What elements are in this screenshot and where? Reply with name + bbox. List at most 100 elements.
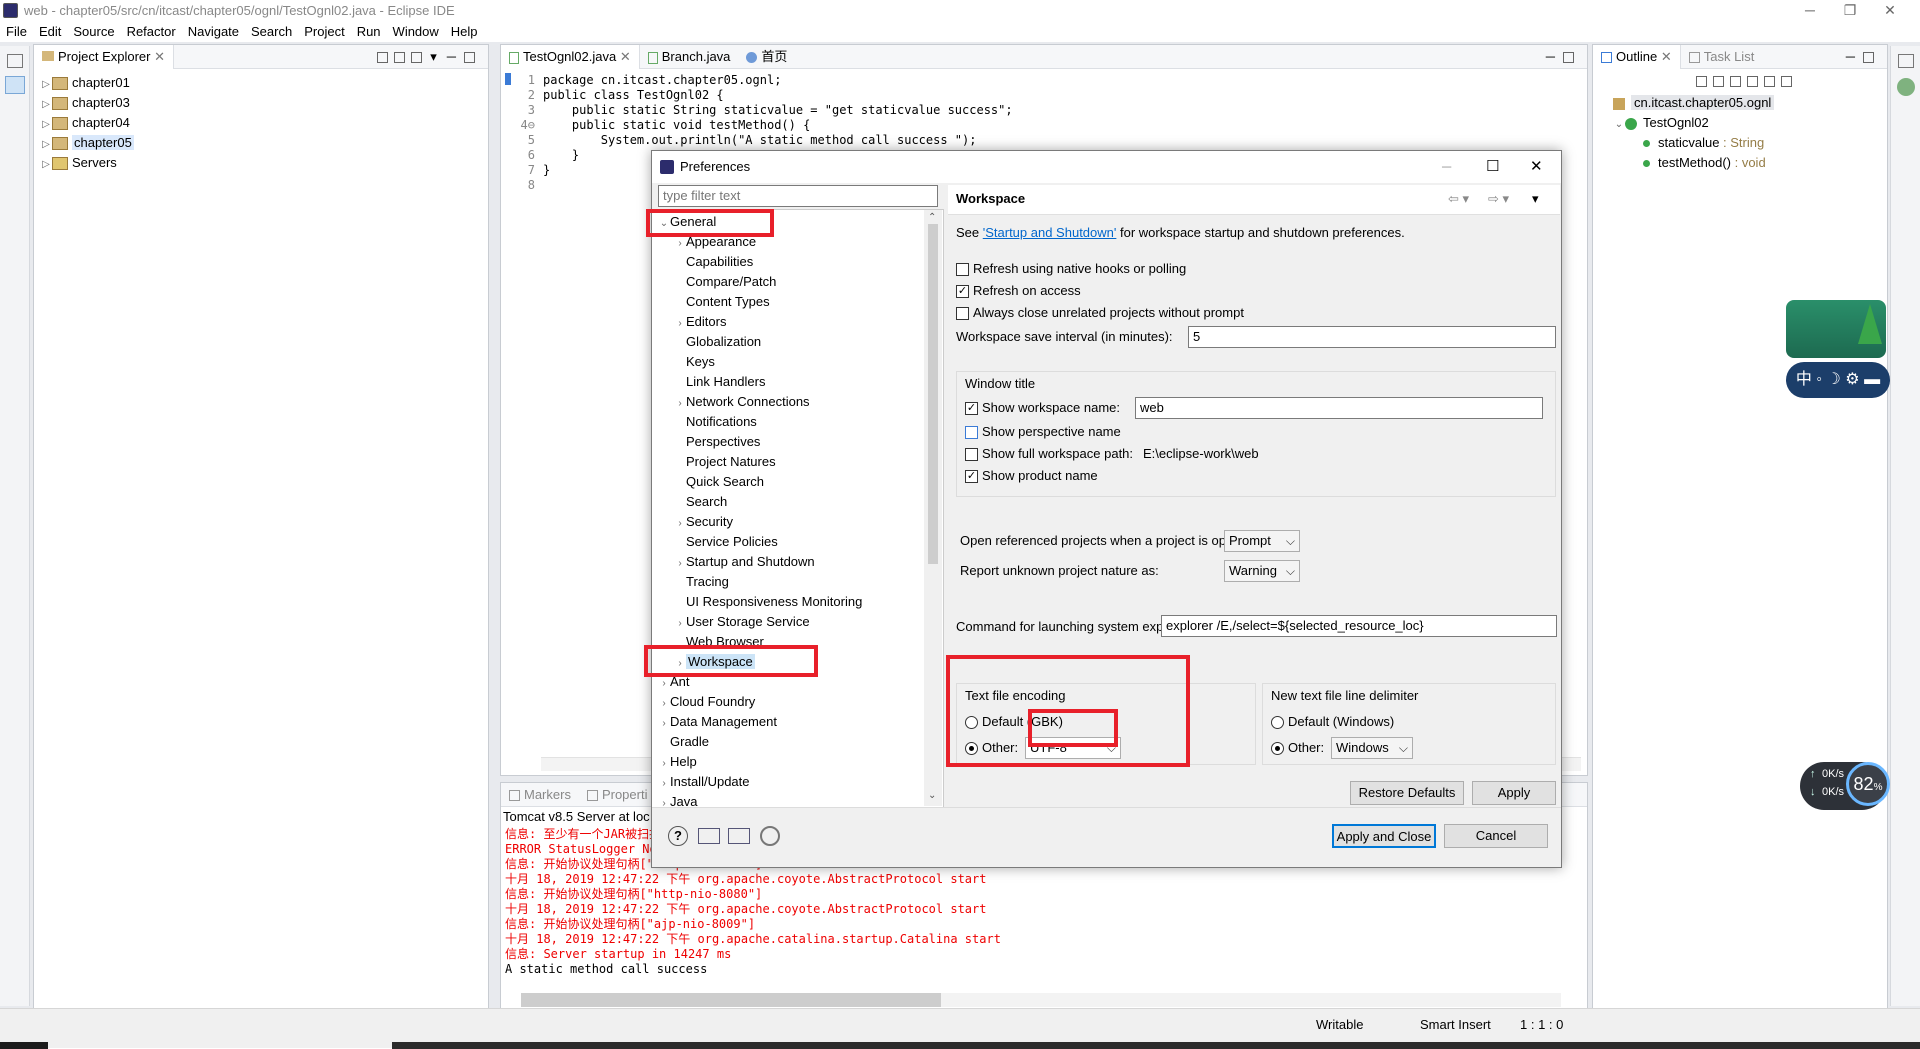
tree-item-chapter05[interactable]: ▷ chapter05 xyxy=(40,133,488,153)
expand-icon[interactable]: › xyxy=(674,554,686,574)
close-tab-icon[interactable]: ✕ xyxy=(1661,49,1672,64)
apply-button[interactable]: Apply xyxy=(1472,781,1556,805)
unknown-nature-select[interactable]: Warning xyxy=(1224,560,1300,582)
perspective-icon[interactable] xyxy=(1897,78,1915,96)
tree-scrollbar[interactable]: ⌃ ⌄ xyxy=(924,210,942,806)
show-perspective-option[interactable]: Show perspective name xyxy=(965,422,1121,442)
tab-homepage[interactable]: 首页 xyxy=(738,45,795,69)
tree-item-keys[interactable]: Keys xyxy=(652,352,943,372)
startup-shutdown-link[interactable]: 'Startup and Shutdown' xyxy=(983,225,1117,240)
tree-item-network-connections[interactable]: › Network Connections xyxy=(652,392,943,412)
menu-file[interactable]: File xyxy=(0,22,33,42)
tree-item-project-natures[interactable]: Project Natures xyxy=(652,452,943,472)
show-perspective-checkbox[interactable] xyxy=(965,426,978,440)
apply-and-close-button[interactable]: Apply and Close xyxy=(1332,824,1436,848)
minimize-view-icon[interactable]: ─ xyxy=(1846,49,1855,64)
delimiter-other-radio[interactable] xyxy=(1271,742,1284,756)
show-ws-name-option[interactable]: ✓ Show workspace name: xyxy=(965,398,1120,418)
delimiter-default-radio[interactable] xyxy=(1271,716,1284,730)
show-product-option[interactable]: ✓ Show product name xyxy=(965,466,1098,486)
tree-item-startup-and-shutdown[interactable]: › Startup and Shutdown xyxy=(652,552,943,572)
tree-item-editors[interactable]: › Editors xyxy=(652,312,943,332)
tree-item-chapter03[interactable]: ▷ chapter03 xyxy=(40,93,488,113)
tree-item-ui-responsiveness-monitoring[interactable]: UI Responsiveness Monitoring xyxy=(652,592,943,612)
delimiter-other-option[interactable]: Other: xyxy=(1271,738,1324,758)
tab-outline[interactable]: Outline ✕ xyxy=(1593,45,1681,69)
save-interval-input[interactable]: 5 xyxy=(1188,326,1556,348)
tab-task-list[interactable]: Task List xyxy=(1681,45,1763,69)
help-icon[interactable]: ? xyxy=(668,826,688,846)
menu-source[interactable]: Source xyxy=(67,22,120,42)
menu-refactor[interactable]: Refactor xyxy=(121,22,182,42)
tree-item-notifications[interactable]: Notifications xyxy=(652,412,943,432)
menu-navigate[interactable]: Navigate xyxy=(182,22,245,42)
minimize-view-icon[interactable]: ─ xyxy=(1546,49,1555,64)
focus-icon[interactable] xyxy=(1781,76,1792,88)
tree-item-link-handlers[interactable]: Link Handlers xyxy=(652,372,943,392)
always-close-checkbox[interactable] xyxy=(956,307,969,321)
filter-icon[interactable] xyxy=(411,52,423,64)
expand-icon[interactable]: ▷ xyxy=(40,155,52,175)
tree-item-capabilities[interactable]: Capabilities xyxy=(652,252,943,272)
refresh-access-checkbox[interactable]: ✓ xyxy=(956,285,969,299)
maximize-view-icon[interactable] xyxy=(464,52,475,64)
tab-markers[interactable]: Markers xyxy=(501,783,579,807)
outline-class[interactable]: ⌄ TestOgnl02 xyxy=(1613,113,1887,133)
tree-item-install-update[interactable]: › Install/Update xyxy=(652,772,943,792)
close-tab-icon[interactable]: ✕ xyxy=(154,49,165,64)
open-ref-select[interactable]: Prompt xyxy=(1224,530,1300,552)
explorer-command-input[interactable]: explorer /E,/select=${selected_resource_… xyxy=(1161,615,1557,637)
ime-toolbar[interactable]: 中 ◦ ☽ ⚙ ▬ xyxy=(1786,362,1890,398)
delimiter-select[interactable]: Windows xyxy=(1331,737,1413,759)
cancel-button[interactable]: Cancel xyxy=(1444,824,1548,848)
back-icon[interactable]: ⇦ ▾ xyxy=(1448,191,1469,207)
tree-item-cloud-foundry[interactable]: › Cloud Foundry xyxy=(652,692,943,712)
expand-icon[interactable]: › xyxy=(674,514,686,534)
expand-icon[interactable]: › xyxy=(658,774,670,794)
restore-icon[interactable]: ❐ xyxy=(1830,0,1870,22)
expand-icon[interactable]: ▷ xyxy=(40,135,52,155)
minimize-icon[interactable]: ─ xyxy=(1790,0,1830,22)
tab-properties[interactable]: Properti xyxy=(579,783,656,807)
hide-nonpublic-icon[interactable] xyxy=(1747,76,1758,88)
dialog-close-icon[interactable]: ✕ xyxy=(1530,151,1543,183)
tab-branch[interactable]: Branch.java xyxy=(640,45,739,69)
maximize-view-icon[interactable] xyxy=(1863,52,1874,64)
tab-testognl02[interactable]: TestOgnl02.java ✕ xyxy=(501,45,640,69)
tree-item-user-storage-service[interactable]: › User Storage Service xyxy=(652,612,943,632)
show-full-path-option[interactable]: Show full workspace path: xyxy=(965,444,1133,464)
expand-icon[interactable]: ▷ xyxy=(40,115,52,135)
link-editor-icon[interactable] xyxy=(394,52,406,64)
tree-item-servers[interactable]: ▷ Servers xyxy=(40,153,488,173)
always-close-option[interactable]: Always close unrelated projects without … xyxy=(956,303,1244,323)
dialog-minimize-icon[interactable]: ─ xyxy=(1442,151,1451,183)
tree-item-tracing[interactable]: Tracing xyxy=(652,572,943,592)
menu-project[interactable]: Project xyxy=(298,22,350,42)
expand-icon[interactable]: › xyxy=(658,754,670,774)
sort-icon[interactable] xyxy=(1696,76,1707,88)
maximize-view-icon[interactable] xyxy=(1563,52,1574,64)
tree-item-chapter01[interactable]: ▷ chapter01 xyxy=(40,73,488,93)
show-full-path-checkbox[interactable] xyxy=(965,448,978,462)
tree-item-help[interactable]: › Help xyxy=(652,752,943,772)
tree-item-chapter04[interactable]: ▷ chapter04 xyxy=(40,113,488,133)
close-tab-icon[interactable]: ✕ xyxy=(620,49,631,64)
outline-package[interactable]: cn.itcast.chapter05.ognl xyxy=(1613,93,1887,113)
outline-member[interactable]: staticvalue : String xyxy=(1613,133,1887,153)
tree-item-security[interactable]: › Security xyxy=(652,512,943,532)
collapse-all-icon[interactable] xyxy=(377,52,389,64)
export-icon[interactable] xyxy=(728,828,750,844)
refresh-native-option[interactable]: Refresh using native hooks or polling xyxy=(956,259,1186,279)
minimize-view-icon[interactable]: ─ xyxy=(447,49,456,64)
tree-item-content-types[interactable]: Content Types xyxy=(652,292,943,312)
hide-fields-icon[interactable] xyxy=(1713,76,1724,88)
expand-icon[interactable]: › xyxy=(674,614,686,634)
menu-window[interactable]: Window xyxy=(387,22,445,42)
tree-item-perspectives[interactable]: Perspectives xyxy=(652,432,943,452)
menu-search[interactable]: Search xyxy=(245,22,298,42)
view-menu-icon[interactable]: ▾ xyxy=(430,49,437,64)
menu-run[interactable]: Run xyxy=(351,22,387,42)
tree-item-quick-search[interactable]: Quick Search xyxy=(652,472,943,492)
expand-icon[interactable]: › xyxy=(674,394,686,414)
console-scrollbar[interactable] xyxy=(521,993,1561,1007)
